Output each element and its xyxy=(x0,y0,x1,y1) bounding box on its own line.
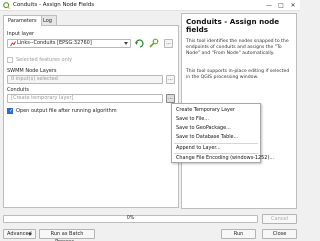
input-layer-label: Input layer xyxy=(7,31,35,37)
selected-only-label: Selected features only xyxy=(16,57,73,63)
selected-only-checkbox[interactable] xyxy=(7,57,13,63)
input-layer-value: Links--Conduits [EPSG:32760] xyxy=(17,40,92,46)
input-layer-browse-button[interactable]: ... xyxy=(164,39,173,48)
menu-item-append-to-layer[interactable]: Append to Layer... xyxy=(172,144,260,153)
wrench-icon[interactable] xyxy=(148,38,159,49)
menu-item-save-to-file[interactable]: Save to File... xyxy=(172,115,260,124)
open-output-label: Open output file after running algorithm xyxy=(16,108,117,114)
run-batch-button[interactable]: Run as Batch Process... xyxy=(39,229,95,241)
maximize-button[interactable]: □ xyxy=(275,1,287,10)
progress-text: 0% xyxy=(126,216,135,221)
swmm-node-layers-label: SWMM Node Layers xyxy=(7,68,57,74)
close-window-button[interactable]: ✕ xyxy=(287,1,299,10)
window-title: Conduits - Assign Node Fields xyxy=(13,2,95,8)
parameters-panel: Input layer Links--Conduits [EPSG:32760]… xyxy=(3,25,179,208)
line-layer-icon xyxy=(10,41,16,47)
swmm-node-layers-field: 0 input(s) selected xyxy=(7,75,163,84)
open-output-checkbox[interactable]: ✓ xyxy=(7,108,13,114)
title-bar: Conduits - Assign Node Fields — □ ✕ xyxy=(0,0,300,11)
cancel-button[interactable]: Cancel xyxy=(262,214,297,224)
conduits-output-button[interactable]: ... xyxy=(166,94,175,103)
swmm-node-layers-button[interactable]: ... xyxy=(166,75,175,84)
input-layer-combo[interactable]: Links--Conduits [EPSG:32760] xyxy=(7,39,131,48)
help-title: Conduits - Assign node fields xyxy=(186,17,280,34)
run-button[interactable]: Run xyxy=(221,229,256,239)
close-button[interactable]: Close xyxy=(262,229,297,239)
chevron-down-icon xyxy=(28,233,32,236)
menu-item-save-to-database-table[interactable]: Save to Database Table... xyxy=(172,133,260,142)
iterate-features-icon[interactable] xyxy=(135,39,145,48)
check-icon: ✓ xyxy=(9,108,14,114)
conduits-label: Conduits xyxy=(7,87,30,93)
minimize-button[interactable]: — xyxy=(263,1,275,10)
menu-item-save-to-geopackage[interactable]: Save to GeoPackage... xyxy=(172,124,260,133)
progress-bar: 0% xyxy=(3,215,258,223)
conduits-output-field[interactable]: [Create temporary layer] xyxy=(7,94,163,103)
menu-item-create-temporary-layer[interactable]: Create Temporary Layer xyxy=(172,106,260,115)
chevron-down-icon xyxy=(124,42,128,45)
menu-item-change-file-encoding[interactable]: Change File Encoding (windows-1252)... xyxy=(172,154,274,163)
qgis-app-icon xyxy=(3,2,10,9)
tab-parameters[interactable]: Parameters xyxy=(3,15,42,26)
output-options-menu: Create Temporary Layer Save to File... S… xyxy=(171,103,274,163)
advanced-button[interactable]: Advanced xyxy=(3,229,36,239)
help-paragraph-2: This tool supports in-place editing if s… xyxy=(186,69,290,80)
help-paragraph-1: This tool identifies the nodes snapped t… xyxy=(186,39,289,56)
